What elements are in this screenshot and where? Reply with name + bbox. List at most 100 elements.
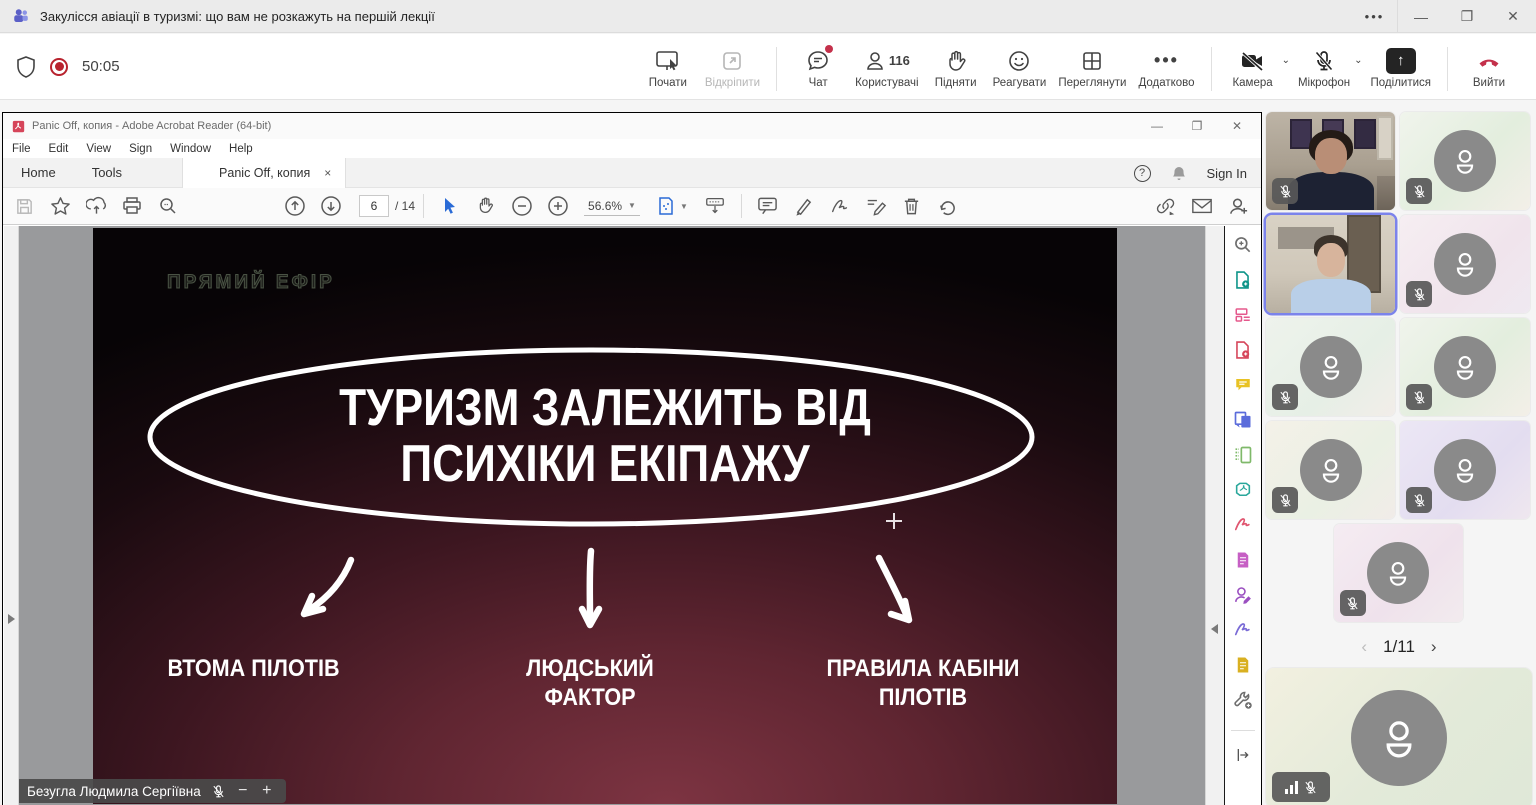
organize-pages-icon[interactable]	[1232, 444, 1254, 466]
acrobat-minimize-button[interactable]: —	[1137, 113, 1177, 139]
toolbar-divider	[423, 194, 424, 218]
participant-tile[interactable]	[1400, 215, 1530, 313]
tab-home[interactable]: Home	[3, 158, 74, 188]
camera-button[interactable]: Камера	[1222, 41, 1284, 93]
protect-icon[interactable]	[1232, 654, 1254, 676]
menu-sign[interactable]: Sign	[120, 143, 161, 155]
minimize-button[interactable]: —	[1398, 0, 1444, 33]
tab-tools[interactable]: Tools	[74, 158, 140, 188]
share-link-icon[interactable]	[1153, 193, 1179, 219]
share-button[interactable]: ↑ Поділитися	[1365, 41, 1437, 93]
search-tool-icon[interactable]	[1232, 234, 1254, 256]
presenter-mic-off-icon	[211, 784, 226, 799]
add-user-icon[interactable]	[1225, 193, 1251, 219]
save-icon[interactable]	[11, 193, 37, 219]
edit-page-icon[interactable]	[1232, 549, 1254, 571]
titlebar-more-button[interactable]: •••	[1352, 0, 1398, 33]
find-icon[interactable]	[155, 193, 181, 219]
react-button[interactable]: Реагувати	[987, 41, 1053, 93]
share-zoom-in-button[interactable]: +	[260, 782, 274, 800]
menu-window[interactable]: Window	[161, 143, 220, 155]
avatar	[1434, 233, 1496, 295]
chat-button[interactable]: Чат	[787, 41, 849, 93]
next-page-icon[interactable]	[318, 193, 344, 219]
menu-file[interactable]: File	[3, 143, 40, 155]
collapse-tools-icon[interactable]	[1232, 744, 1254, 766]
redo-icon[interactable]	[935, 193, 961, 219]
participant-tile[interactable]	[1266, 215, 1395, 313]
acrobat-restore-button[interactable]: ❐	[1177, 113, 1217, 139]
pdf-page: ПРЯМИЙ ЕФІР ТУРИЗМ ЗАЛЕЖИТЬ ВІД ПСИХІКИ …	[93, 228, 1117, 804]
share-zoom-out-button[interactable]: −	[236, 782, 250, 800]
create-pdf-icon[interactable]	[1232, 339, 1254, 361]
highlight-icon[interactable]	[791, 193, 817, 219]
avatar	[1300, 439, 1362, 501]
zoom-out-icon[interactable]	[509, 193, 535, 219]
help-icon[interactable]: ?	[1134, 165, 1151, 182]
toolbar-divider	[1211, 47, 1212, 91]
export-pdf-icon[interactable]	[1232, 269, 1254, 291]
leave-button[interactable]: Вийти	[1458, 41, 1520, 93]
zoom-in-icon[interactable]	[545, 193, 571, 219]
fit-page-chevron-icon[interactable]: ▼	[680, 202, 688, 211]
scrollbar-strip[interactable]	[1205, 226, 1224, 805]
menu-view[interactable]: View	[77, 143, 120, 155]
more-tools-icon[interactable]	[1232, 689, 1254, 711]
comment-tool-icon[interactable]	[1232, 374, 1254, 396]
tab-document[interactable]: Panic Off, копия ×	[182, 158, 346, 188]
compress-pdf-icon[interactable]	[1232, 479, 1254, 501]
fill-sign-icon[interactable]	[1232, 514, 1254, 536]
sign-in-button[interactable]: Sign In	[1207, 166, 1247, 181]
participant-tile[interactable]	[1400, 421, 1530, 519]
share-file-icon[interactable]	[83, 193, 109, 219]
next-page-chevron-icon[interactable]: ›	[1431, 637, 1437, 657]
mic-button[interactable]: Мікрофон	[1292, 41, 1356, 93]
certificates-icon[interactable]	[1232, 619, 1254, 641]
star-icon[interactable]	[47, 193, 73, 219]
acrobat-close-button[interactable]: ✕	[1217, 113, 1257, 139]
page-display-icon[interactable]	[702, 193, 728, 219]
fill-sign-icon[interactable]	[863, 193, 889, 219]
tab-close-icon[interactable]: ×	[324, 166, 331, 180]
close-button[interactable]: ✕	[1490, 0, 1536, 33]
camera-options-chevron-icon[interactable]: ⌄	[1282, 55, 1290, 66]
participant-tile[interactable]	[1266, 421, 1395, 519]
hand-tool-icon[interactable]	[473, 193, 499, 219]
edit-pdf-icon[interactable]	[1232, 304, 1254, 326]
menu-help[interactable]: Help	[220, 143, 262, 155]
maximize-button[interactable]: ❐	[1444, 0, 1490, 33]
previous-page-icon[interactable]	[282, 193, 308, 219]
request-signatures-icon[interactable]	[1232, 584, 1254, 606]
expand-nav-pane-icon[interactable]	[8, 614, 15, 624]
unpin-button[interactable]: Відкріпити	[699, 41, 766, 93]
combine-files-icon[interactable]	[1232, 409, 1254, 431]
fit-page-icon[interactable]	[653, 193, 679, 219]
page-number-input[interactable]: 6	[359, 195, 389, 217]
participant-tile-large[interactable]	[1266, 668, 1532, 805]
collapse-tools-pane-icon[interactable]	[1211, 624, 1218, 634]
menu-edit[interactable]: Edit	[40, 143, 78, 155]
bell-icon[interactable]	[1171, 165, 1187, 182]
participant-tile[interactable]	[1334, 524, 1463, 622]
view-button[interactable]: Переглянути	[1052, 41, 1132, 93]
print-icon[interactable]	[119, 193, 145, 219]
teams-toolbar: 50:05 Почати Відкріпити Чат 116 Користув…	[0, 34, 1536, 100]
nav-pane-strip[interactable]	[4, 226, 19, 805]
comment-icon[interactable]	[755, 193, 781, 219]
more-button[interactable]: ••• Додатково	[1132, 41, 1200, 93]
select-tool-icon[interactable]	[437, 193, 463, 219]
participant-tile[interactable]	[1400, 112, 1530, 210]
participant-tile[interactable]	[1266, 318, 1395, 416]
sign-pen-icon[interactable]	[827, 193, 853, 219]
email-icon[interactable]	[1189, 193, 1215, 219]
participant-tile[interactable]	[1266, 112, 1395, 210]
mic-options-chevron-icon[interactable]: ⌄	[1354, 55, 1362, 66]
participants-button[interactable]: 116 Користувачі	[849, 41, 924, 93]
raise-hand-button[interactable]: Підняти	[925, 41, 987, 93]
avatar	[1300, 336, 1362, 398]
zoom-level-select[interactable]: 56.6%▼	[584, 197, 640, 216]
participant-tile[interactable]	[1400, 318, 1530, 416]
delete-icon[interactable]	[899, 193, 925, 219]
prev-page-chevron-icon[interactable]: ‹	[1361, 637, 1367, 657]
start-button[interactable]: Почати	[637, 41, 699, 93]
